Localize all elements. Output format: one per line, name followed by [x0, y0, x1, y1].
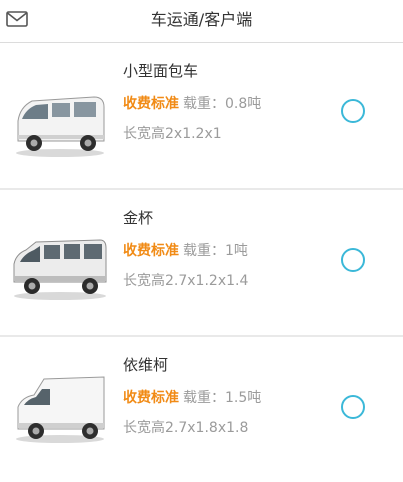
vehicle-card[interactable]: 小型面包车 收费标准 载重：0.8吨 长宽高2x1.2x1	[0, 43, 403, 188]
page-title: 车运通/客户端	[150, 10, 253, 29]
fee-standard-link[interactable]: 收费标准	[123, 390, 179, 406]
select-radio[interactable]	[341, 248, 365, 272]
load-capacity: 载重：1吨	[183, 243, 248, 259]
fee-standard-link[interactable]: 收费标准	[123, 96, 179, 112]
vehicle-name: 金杯	[123, 209, 154, 227]
iveco-van-image	[16, 376, 105, 443]
load-capacity: 载重：1.5吨	[183, 390, 262, 406]
app-header: 车运通/客户端	[0, 0, 403, 43]
vehicle-card[interactable]: 依维柯 收费标准 载重：1.5吨 长宽高2.7x1.8x1.8	[0, 337, 403, 482]
select-radio[interactable]	[341, 395, 365, 419]
fee-line: 收费标准 载重：0.8吨	[123, 93, 261, 113]
vehicle-name: 依维柯	[123, 356, 169, 374]
fee-line: 收费标准 载重：1.5吨	[123, 387, 261, 407]
fee-line: 收费标准 载重：1吨	[123, 240, 248, 260]
vehicle-dimensions: 长宽高2.7x1.8x1.8	[123, 420, 249, 436]
jinbei-van-image	[13, 239, 107, 300]
vehicle-dimensions: 长宽高2.7x1.2x1.4	[123, 273, 249, 289]
vehicle-name: 小型面包车	[123, 62, 199, 80]
minivan-image	[16, 96, 105, 157]
vehicle-card[interactable]: 金杯 收费标准 载重：1吨 长宽高2.7x1.2x1.4	[0, 190, 403, 335]
fee-standard-link[interactable]: 收费标准	[123, 243, 179, 259]
load-capacity: 载重：0.8吨	[183, 96, 262, 112]
select-radio[interactable]	[341, 99, 365, 123]
vehicle-dimensions: 长宽高2x1.2x1	[123, 126, 222, 142]
